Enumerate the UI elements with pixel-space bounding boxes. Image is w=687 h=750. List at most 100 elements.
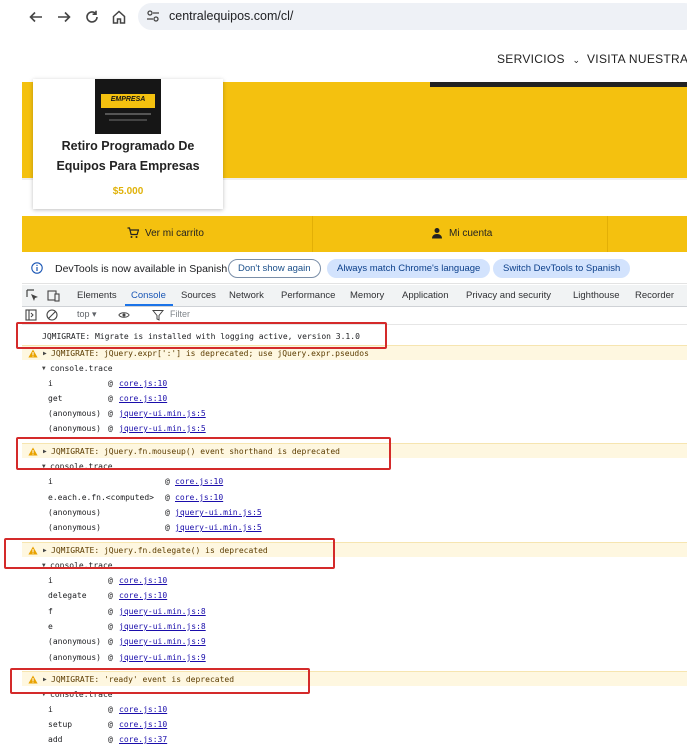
console-warning[interactable]: ▶ JQMIGRATE: 'ready' event is deprecated (22, 671, 687, 686)
tab-network[interactable]: Network (229, 290, 264, 301)
trace-frame: (anonymous) @ jquery-ui.min.js:5 (22, 406, 687, 421)
reload-icon[interactable] (81, 6, 103, 28)
filter-input[interactable]: Filter (170, 309, 190, 319)
trace-at: @ (165, 493, 170, 502)
expand-triangle-icon[interactable]: ▶ (43, 444, 47, 459)
product-title-line2: Equipos Para Empresas (56, 159, 200, 173)
home-icon[interactable] (108, 6, 130, 28)
context-selector[interactable]: top ▾ (77, 309, 97, 320)
console-message-text: JQMIGRATE: jQuery.expr[':'] is deprecate… (51, 349, 369, 358)
product-card[interactable]: EMPRESA Retiro Programado De Equipos Par… (33, 79, 223, 209)
trace-source-link[interactable]: jquery-ui.min.js:5 (119, 421, 206, 436)
tab-memory[interactable]: Memory (350, 290, 384, 301)
trace-source-link[interactable]: core.js:10 (119, 717, 167, 732)
console-warning[interactable]: ▶ JQMIGRATE: jQuery.expr[':'] is depreca… (22, 345, 687, 360)
tab-sources[interactable]: Sources (181, 290, 216, 301)
console-warning[interactable]: ▶ JQMIGRATE: jQuery.fn.mouseup() event s… (22, 443, 687, 458)
trace-source-link[interactable]: core.js:10 (119, 588, 167, 603)
console-trace-header[interactable]: ▼ console.trace (22, 558, 687, 573)
tab-console[interactable]: Console (131, 290, 166, 301)
switch-to-spanish-button[interactable]: Switch DevTools to Spanish (493, 259, 631, 278)
url-text: centralequipos.com/cl/ (169, 9, 294, 23)
trace-source-link[interactable]: jquery-ui.min.js:8 (119, 604, 206, 619)
trace-source-link[interactable]: jquery-ui.min.js:9 (119, 650, 206, 665)
cart-icon (127, 227, 139, 238)
banner-dark-strip (430, 82, 687, 87)
trace-source-link[interactable]: core.js:10 (119, 573, 167, 588)
trace-source-link[interactable]: core.js:10 (119, 376, 167, 391)
product-title-line1: Retiro Programado De (61, 139, 195, 153)
trace-frame: (anonymous) @ jquery-ui.min.js:5 (22, 505, 687, 520)
trace-function: setup (48, 720, 73, 729)
device-toolbar-icon[interactable] (47, 289, 60, 302)
collapse-triangle-icon[interactable]: ▼ (42, 687, 46, 702)
expand-triangle-icon[interactable]: ▶ (43, 346, 47, 361)
tab-privacy-security[interactable]: Privacy and security (466, 290, 551, 301)
trace-source-link[interactable]: core.js:37 (119, 732, 167, 747)
forward-arrow-icon[interactable] (53, 6, 75, 28)
console-trace-header[interactable]: ▼ console.trace (22, 459, 687, 474)
tab-application[interactable]: Application (402, 290, 448, 301)
console-trace-header[interactable]: ▼ console.trace (22, 361, 687, 376)
trace-frame: get @ core.js:10 (22, 391, 687, 406)
address-bar[interactable]: centralequipos.com/cl/ (138, 3, 687, 30)
trace-function: i (48, 477, 53, 486)
trace-at: @ (108, 622, 113, 631)
nav-servicios[interactable]: SERVICIOS ⌄ (497, 52, 580, 66)
trace-source-link[interactable]: jquery-ui.min.js:8 (119, 619, 206, 634)
trace-frame: (anonymous) @ jquery-ui.min.js:9 (22, 634, 687, 649)
collapse-triangle-icon[interactable]: ▼ (42, 558, 46, 573)
user-icon (432, 228, 442, 239)
trace-source-link[interactable]: core.js:10 (119, 391, 167, 406)
console-message-info[interactable]: JQMIGRATE: Migrate is installed with log… (22, 329, 687, 344)
site-navigation: SERVICIOS ⌄ VISITA NUESTRA TI (0, 34, 687, 82)
site-settings-icon[interactable] (146, 9, 160, 23)
console-toolbar: top ▾ Filter (22, 307, 687, 325)
collapse-triangle-icon[interactable]: ▼ (42, 361, 46, 376)
trace-at: @ (108, 409, 113, 418)
trace-at: @ (108, 591, 113, 600)
trace-source-link[interactable]: jquery-ui.min.js:5 (175, 505, 262, 520)
trace-source-link[interactable]: core.js:10 (119, 702, 167, 717)
infobar-message: DevTools is now available in Spanish (55, 263, 228, 275)
product-image[interactable]: EMPRESA (95, 79, 161, 134)
expand-triangle-icon[interactable]: ▶ (43, 543, 47, 558)
console-warning[interactable]: ▶ JQMIGRATE: jQuery.fn.delegate() is dep… (22, 542, 687, 557)
console-trace-header[interactable]: ▼ console.trace (22, 687, 687, 702)
product-title[interactable]: Retiro Programado De Equipos Para Empres… (33, 136, 223, 176)
view-cart-button[interactable]: Ver mi carrito (127, 227, 204, 239)
tab-lighthouse[interactable]: Lighthouse (573, 290, 619, 301)
my-account-button[interactable]: Mi cuenta (431, 227, 492, 239)
trace-source-link[interactable]: core.js:10 (175, 490, 223, 505)
back-arrow-icon[interactable] (25, 6, 47, 28)
trace-source-link[interactable]: jquery-ui.min.js:5 (175, 520, 262, 535)
product-image-detail (109, 119, 147, 121)
trace-frame: (anonymous) @ jquery-ui.min.js:9 (22, 650, 687, 665)
match-chrome-language-button[interactable]: Always match Chrome's language (327, 259, 491, 278)
trace-function: f (48, 607, 53, 616)
collapse-triangle-icon[interactable]: ▼ (42, 459, 46, 474)
nav-visita[interactable]: VISITA NUESTRA TI (587, 52, 687, 66)
trace-source-link[interactable]: core.js:10 (175, 474, 223, 489)
trace-source-link[interactable]: jquery-ui.min.js:9 (119, 634, 206, 649)
tab-elements[interactable]: Elements (77, 290, 117, 301)
trace-function: i (48, 379, 53, 388)
clear-console-icon[interactable] (46, 309, 58, 321)
trace-at: @ (108, 576, 113, 585)
browser-toolbar: centralequipos.com/cl/ (0, 0, 687, 34)
trace-function: (anonymous) (48, 637, 101, 646)
cart-account-bar: Ver mi carrito Mi cuenta (22, 216, 687, 252)
trace-function: delegate (48, 591, 87, 600)
trace-label: console.trace (50, 462, 113, 471)
trace-frame: i @ core.js:10 (22, 376, 687, 391)
expand-triangle-icon[interactable]: ▶ (43, 672, 47, 687)
trace-function: (anonymous) (48, 508, 101, 517)
tab-performance[interactable]: Performance (281, 290, 335, 301)
inspect-element-icon[interactable] (26, 289, 39, 302)
eye-icon[interactable] (118, 309, 130, 321)
dont-show-again-button[interactable]: Don't show again (228, 259, 321, 278)
sidebar-toggle-icon[interactable] (25, 309, 37, 321)
trace-source-link[interactable]: jquery-ui.min.js:5 (119, 406, 206, 421)
tab-recorder[interactable]: Recorder (635, 290, 674, 301)
cart-bar-divider (607, 216, 608, 252)
